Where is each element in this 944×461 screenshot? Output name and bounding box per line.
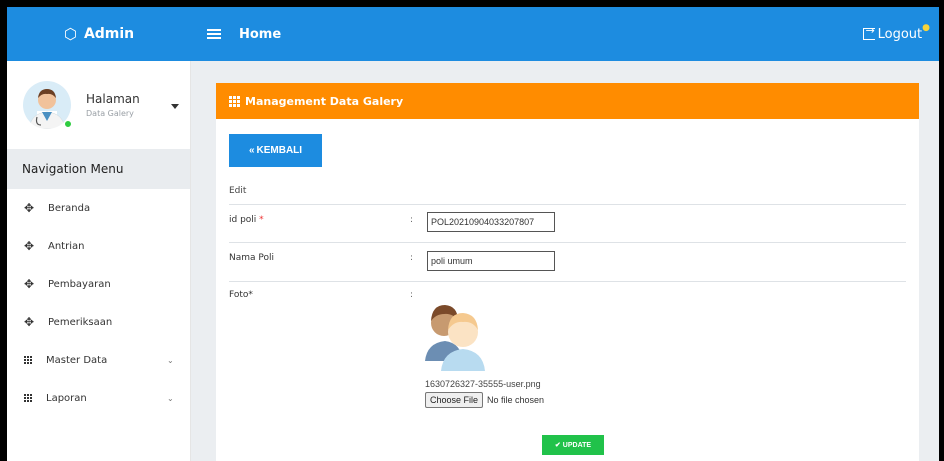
card-title: Management Data Galery — [245, 94, 404, 108]
divider — [229, 204, 906, 205]
users-photo-icon — [423, 299, 493, 381]
content-card: Management Data Galery « KEMBALI Edit id… — [216, 83, 919, 461]
foto-label: Foto* — [229, 290, 253, 300]
choose-file-button[interactable]: Choose File — [425, 392, 484, 408]
divider — [229, 242, 906, 243]
grid-icon — [24, 356, 32, 364]
logout-icon — [862, 24, 875, 40]
menu-toggle-icon[interactable] — [207, 29, 221, 39]
move-arrows-icon: ✥ — [23, 201, 35, 215]
file-input[interactable]: Choose File No file chosen — [425, 392, 544, 408]
sidebar-item-laporan[interactable]: Laporan ⌄ — [7, 379, 190, 417]
sidebar-item-label: Master Data — [46, 354, 108, 366]
sidebar-item-label: Antrian — [48, 240, 85, 252]
sidebar-item-label: Beranda — [48, 202, 91, 214]
logout-button[interactable]: Logout ● — [862, 23, 930, 42]
online-status-dot — [64, 120, 72, 128]
top-bar: ⬡ Admin Home Logout ● — [7, 7, 939, 61]
nama-poli-input[interactable] — [427, 251, 555, 271]
divider — [229, 281, 906, 282]
colon: : — [410, 215, 414, 225]
sidebar-item-beranda[interactable]: ✥ Beranda — [7, 189, 190, 227]
chevron-down-icon: ⌄ — [167, 355, 174, 365]
update-button[interactable]: ✔ UPDATE — [542, 435, 604, 455]
no-file-text: No file chosen — [487, 395, 545, 405]
caret-down-icon[interactable] — [171, 104, 179, 109]
notification-dot-icon: ● — [922, 23, 930, 33]
user-profile[interactable]: Halaman Data Galery — [7, 61, 190, 149]
app-window: ⬡ Admin Home Logout ● — [7, 7, 939, 461]
grid-icon — [24, 394, 32, 402]
home-link[interactable]: Home — [239, 27, 281, 42]
profile-title: Halaman — [86, 92, 140, 106]
id-poli-label: id poli * — [229, 215, 264, 225]
back-button-label: KEMBALI — [256, 145, 303, 156]
sidebar-item-master-data[interactable]: Master Data ⌄ — [7, 341, 190, 379]
table-icon — [229, 95, 240, 107]
brand[interactable]: ⬡ Admin — [7, 7, 191, 61]
id-poli-label-text: id poli — [229, 215, 257, 225]
sidebar-item-label: Pembayaran — [48, 278, 111, 290]
cube-icon: ⬡ — [63, 25, 77, 43]
double-chevron-left-icon: « — [248, 145, 255, 156]
move-arrows-icon: ✥ — [23, 239, 35, 253]
logout-label: Logout — [877, 26, 923, 42]
sidebar-item-pembayaran[interactable]: ✥ Pembayaran — [7, 265, 190, 303]
brand-label: Admin — [83, 26, 135, 42]
colon: : — [410, 253, 414, 263]
chevron-down-icon: ⌄ — [167, 393, 174, 403]
colon: : — [410, 290, 414, 300]
nama-poli-label: Nama Poli — [229, 253, 275, 263]
profile-subtitle: Data Galery — [86, 109, 134, 118]
sidebar: Halaman Data Galery Navigation Menu ✥ Be… — [7, 61, 191, 461]
back-button[interactable]: « KEMBALI — [229, 134, 322, 167]
sidebar-item-label: Laporan — [46, 392, 87, 404]
sidebar-item-antrian[interactable]: ✥ Antrian — [7, 227, 190, 265]
sidebar-item-pemeriksaan[interactable]: ✥ Pemeriksaan — [7, 303, 190, 341]
update-button-label: UPDATE — [562, 441, 592, 449]
sidebar-item-label: Pemeriksaan — [48, 316, 113, 328]
section-title: Edit — [229, 186, 247, 196]
move-arrows-icon: ✥ — [23, 277, 35, 291]
card-header: Management Data Galery — [216, 83, 919, 119]
current-file-name: 1630726327-35555-user.png — [425, 379, 541, 389]
nav-header: Navigation Menu — [7, 149, 190, 189]
move-arrows-icon: ✥ — [23, 315, 35, 329]
check-icon: ✔ — [554, 442, 561, 449]
id-poli-input[interactable] — [427, 212, 555, 232]
required-mark: * — [259, 215, 264, 225]
